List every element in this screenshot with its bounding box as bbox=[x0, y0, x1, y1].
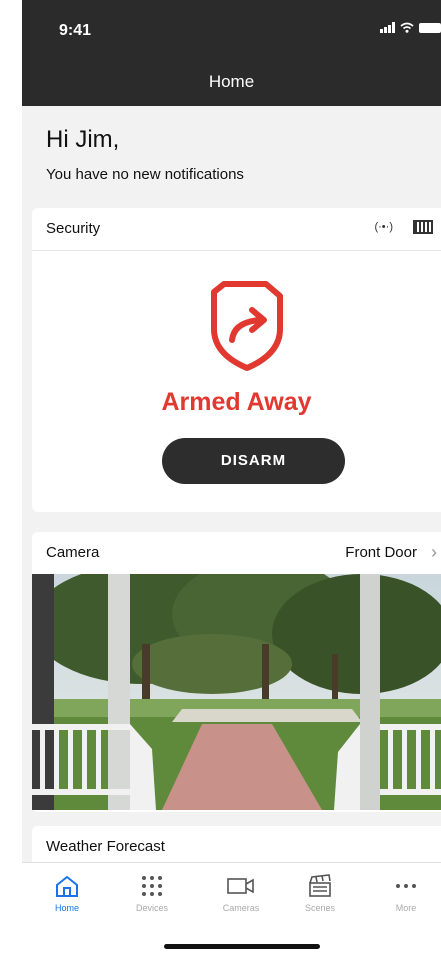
app-header: 9:41 Home bbox=[22, 0, 441, 106]
notification-summary: You have no new notifications bbox=[46, 166, 244, 183]
battery-icon bbox=[419, 22, 441, 33]
clapper-icon bbox=[309, 874, 331, 897]
tab-label: More bbox=[395, 903, 417, 913]
weather-card[interactable]: Weather Forecast bbox=[32, 826, 441, 866]
signal-icon bbox=[380, 22, 395, 33]
camera-card-header: Camera Front Door › bbox=[32, 532, 441, 575]
app-screen: 9:41 Home Hi Jim, You have no new notifi… bbox=[22, 0, 441, 954]
wifi-icon bbox=[400, 22, 414, 33]
more-icon bbox=[396, 884, 416, 888]
tab-bar: Home Devices Cameras Scenes More bbox=[22, 862, 441, 954]
grid-icon bbox=[142, 876, 162, 896]
status-time: 9:41 bbox=[59, 22, 92, 39]
page-title: Home bbox=[208, 72, 255, 91]
tab-label: Scenes bbox=[304, 903, 336, 913]
home-indicator bbox=[164, 944, 320, 949]
tab-cameras[interactable]: Cameras bbox=[206, 871, 276, 913]
camera-title: Camera bbox=[46, 544, 100, 561]
home-icon bbox=[56, 875, 78, 897]
camera-location[interactable]: Front Door bbox=[345, 544, 417, 561]
disarm-button[interactable]: DISARM bbox=[162, 438, 345, 484]
tab-home[interactable]: Home bbox=[32, 871, 102, 913]
tab-label: Home bbox=[54, 903, 79, 913]
camera-card[interactable]: Camera Front Door › bbox=[32, 532, 441, 812]
greeting-title: Hi Jim, bbox=[46, 126, 120, 153]
camera-icon bbox=[227, 878, 254, 894]
chevron-right-icon[interactable]: › bbox=[431, 542, 437, 563]
radio-signal-icon[interactable]: (·•·) bbox=[374, 221, 393, 233]
security-card-header: Security (·•·) bbox=[32, 208, 441, 251]
tab-devices[interactable]: Devices bbox=[117, 871, 187, 913]
tab-scenes[interactable]: Scenes bbox=[285, 871, 355, 913]
tab-label: Cameras bbox=[222, 903, 260, 913]
camera-snapshot[interactable] bbox=[32, 574, 441, 810]
security-header-icons: (·•·) bbox=[374, 220, 433, 234]
security-title: Security bbox=[46, 220, 101, 237]
weather-title: Weather Forecast bbox=[46, 838, 165, 855]
tab-more[interactable]: More bbox=[371, 871, 441, 913]
tab-label: Devices bbox=[135, 903, 168, 913]
security-status: Armed Away bbox=[161, 388, 312, 416]
security-card: Security (·•·) Armed Away DISARM bbox=[32, 208, 441, 512]
keypad-icon[interactable] bbox=[413, 220, 433, 234]
status-icons bbox=[380, 22, 441, 33]
shield-arrow-icon bbox=[211, 281, 283, 371]
